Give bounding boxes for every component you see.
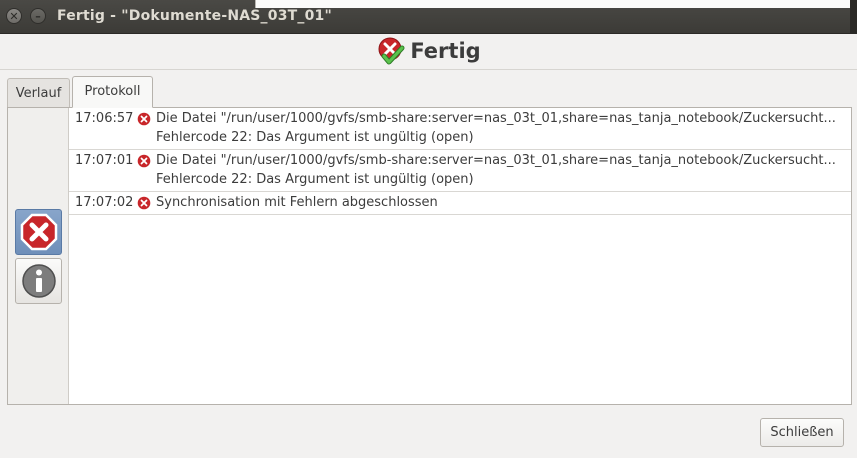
error-filter-button[interactable] — [15, 209, 62, 255]
tab-protokoll[interactable]: Protokoll — [72, 76, 153, 108]
info-filter-button[interactable] — [15, 258, 62, 304]
titlebar-edge — [850, 0, 857, 34]
log-filter-sidebar — [8, 108, 69, 404]
log-message: Die Datei "/run/user/1000/gvfs/smb-share… — [156, 153, 836, 168]
error-icon — [137, 154, 151, 167]
log-time: 17:07:02 — [75, 195, 134, 210]
header-title: Fertig — [410, 39, 481, 63]
dialog-header: Fertig — [0, 34, 857, 68]
info-filter-icon — [21, 264, 56, 298]
window-title: Fertig - "Dokumente-NAS_03T_01" — [57, 8, 332, 24]
log-detail: Fehlercode 22: Das Argument ist ungültig… — [156, 172, 474, 187]
log-list: 17:06:57 Die Datei "/run/user/1000/gvfs/… — [69, 108, 851, 215]
log-message: Die Datei "/run/user/1000/gvfs/smb-share… — [156, 111, 836, 126]
log-entry[interactable]: 17:06:57 Die Datei "/run/user/1000/gvfs/… — [69, 108, 851, 150]
log-entry[interactable]: 17:07:02 Synchronisation mit Fehlern abg… — [69, 192, 851, 215]
log-time: 17:07:01 — [75, 153, 134, 168]
tab-verlauf[interactable]: Verlauf — [7, 78, 70, 108]
window-minimize-button[interactable]: – — [30, 8, 46, 24]
log-entry[interactable]: 17:07:01 Die Datei "/run/user/1000/gvfs/… — [69, 150, 851, 192]
error-filter-icon — [20, 213, 57, 251]
error-icon — [137, 112, 151, 125]
error-icon — [137, 196, 151, 209]
background-window-edge — [255, 0, 851, 8]
error-check-icon — [378, 37, 405, 65]
close-dialog-button[interactable]: Schließen — [760, 418, 844, 447]
log-time: 17:06:57 — [75, 111, 134, 126]
protokoll-pane: 17:06:57 Die Datei "/run/user/1000/gvfs/… — [7, 107, 852, 405]
window-titlebar: ✕ – Fertig - "Dokumente-NAS_03T_01" — [0, 0, 857, 34]
log-message: Synchronisation mit Fehlern abgeschlosse… — [156, 195, 438, 210]
window-close-button[interactable]: ✕ — [6, 8, 22, 24]
header-separator — [0, 69, 857, 70]
minimize-icon: – — [35, 9, 41, 23]
close-icon: ✕ — [9, 9, 19, 23]
log-detail: Fehlercode 22: Das Argument ist ungültig… — [156, 130, 474, 145]
